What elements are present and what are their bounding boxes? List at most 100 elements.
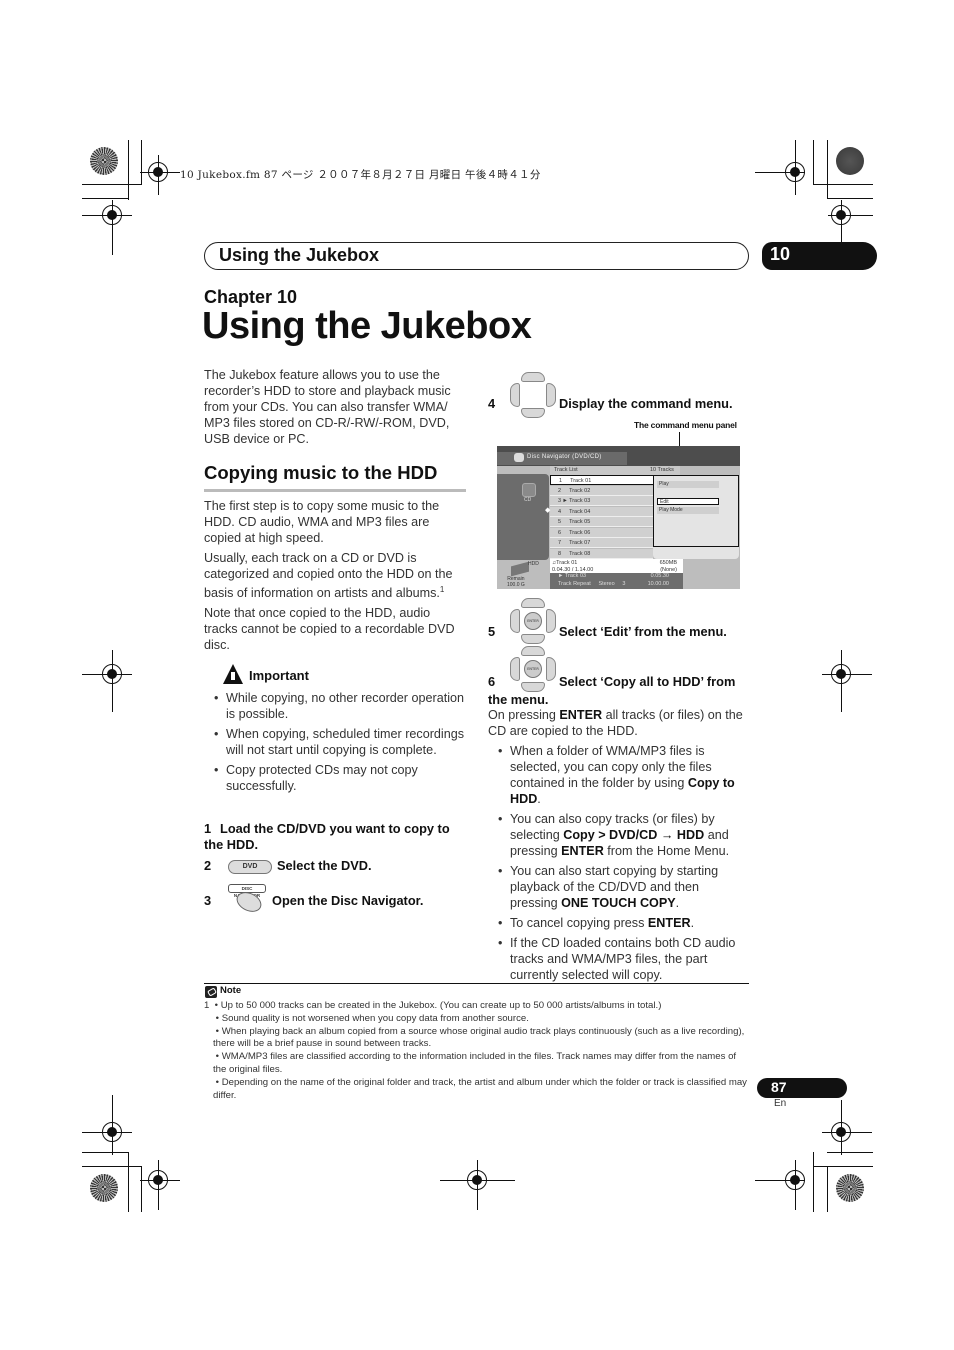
menu-panel-footer — [653, 547, 739, 559]
crop-line — [128, 140, 130, 200]
step-number: 2 — [204, 858, 212, 873]
step-text: Display the command menu. — [559, 396, 733, 411]
track-name: Track 02 — [569, 487, 591, 494]
track-row[interactable]: 8 Track 08 — [550, 548, 653, 559]
note-divider — [204, 983, 749, 984]
playback-status: ► Track 03 0.05.30 Track Repeat Stereo 3 1… — [550, 573, 683, 589]
info-time: 0.04.30 / 1.14.00 — [552, 566, 594, 573]
step-text: Open the Disc Navigator. — [272, 893, 424, 908]
crop-line — [112, 200, 114, 255]
crop-line — [82, 198, 129, 200]
chapter-tab-number: 10 — [770, 244, 791, 264]
important-item: When copying, scheduled timer recordings… — [204, 726, 466, 758]
menu-item-play-mode[interactable]: Play Mode — [657, 507, 719, 514]
crop-line — [813, 1152, 815, 1212]
track-row[interactable]: 6 Track 06 — [550, 527, 653, 538]
step-number: 1 — [204, 821, 212, 836]
page-number: 87 — [771, 1079, 787, 1095]
note-text: When playing back an album copied from a… — [213, 1025, 745, 1050]
track-name: Track 04 — [569, 508, 591, 515]
note-item: You can also copy tracks (or files) by s… — [488, 811, 750, 859]
important-item: While copying, no other recorder operati… — [204, 690, 466, 722]
track-name: Track 06 — [569, 529, 591, 536]
section-paragraph-text: Usually, each track on a CD or DVD is ca… — [204, 551, 453, 601]
warning-hand-icon — [223, 664, 243, 684]
track-row[interactable]: 4 Track 04 — [550, 506, 653, 517]
track-number: 4 — [558, 508, 562, 515]
hdd-label: HDD — [528, 561, 539, 567]
crop-line — [841, 1100, 843, 1155]
menu-item-play[interactable]: Play — [657, 481, 719, 488]
track-number: 2 — [558, 487, 562, 494]
crop-line — [822, 1132, 872, 1134]
crop-line — [112, 650, 114, 712]
hdd-icon — [511, 561, 529, 577]
menu-item-edit[interactable]: Edit — [657, 498, 719, 505]
important-item: Copy protected CDs may not copy successf… — [204, 762, 466, 794]
track-number: 5 — [558, 519, 562, 525]
counter: 10.00.00 — [647, 580, 669, 587]
text: On pressing — [488, 708, 560, 722]
remain-value: 100.0 G — [507, 582, 525, 588]
crop-line — [82, 215, 132, 217]
crop-line — [477, 1160, 479, 1210]
crop-line — [140, 1180, 180, 1182]
play-mode: Track Repeat — [558, 580, 591, 587]
left-arrow-icon: ◆ — [545, 507, 551, 514]
note-item: You can also start copying by starting p… — [488, 863, 750, 911]
note-item: 1 • Up to 50 000 tracks can be created i… — [204, 1000, 662, 1011]
crop-line — [841, 228, 843, 242]
track-row[interactable]: 1 Track 01 — [550, 475, 660, 485]
note-text: Sound quality is not worsened when you c… — [221, 1012, 529, 1024]
track-row[interactable]: 5 Track 05 — [550, 517, 653, 527]
track-row[interactable]: 2 Track 02 — [550, 485, 653, 496]
page-language: En — [774, 1098, 787, 1109]
step-number: 4 — [488, 396, 496, 411]
playing-track: ► Track 03 — [558, 573, 587, 579]
crop-line — [827, 198, 873, 200]
track-name: Track 07 — [569, 540, 591, 546]
registration-star-top-right — [836, 147, 864, 175]
running-header-title: Using the Jukebox — [219, 245, 380, 265]
source-label: CD — [524, 497, 532, 503]
text: . — [675, 896, 680, 910]
crop-line — [82, 1132, 132, 1134]
text: If the CD loaded contains both CD audio … — [510, 936, 736, 982]
track-row[interactable]: 7 Track 07 — [550, 538, 653, 548]
notes-list: 1 • Up to 50 000 tracks can be created i… — [204, 1000, 752, 1102]
dvd-button[interactable]: DVD — [228, 860, 272, 874]
section-divider — [204, 489, 466, 492]
step-1: 1 Load the CD/DVD you want to copy to the… — [204, 821, 466, 853]
track-name: Track 08 — [569, 550, 591, 557]
step-6-lead: On pressing ENTER all tracks (or files) … — [488, 707, 750, 739]
section-title: Copying music to the HDD — [204, 462, 438, 483]
bold-text: Copy > DVD/CD → HDD — [563, 828, 705, 842]
crop-line — [827, 140, 829, 199]
info-track: Track 01 — [556, 560, 578, 566]
bold-text: ENTER — [647, 916, 691, 930]
crop-line — [795, 140, 797, 195]
crop-line — [795, 1160, 797, 1210]
important-title: Important — [249, 668, 309, 683]
footnote-ref[interactable]: 1 — [440, 585, 444, 594]
crop-line — [822, 674, 872, 676]
track-count: 10 Tracks — [650, 467, 674, 473]
note-item: To cancel copying press ENTER. — [488, 915, 750, 931]
crop-line — [82, 674, 132, 676]
track-row[interactable]: 3►Track 03 — [550, 496, 653, 506]
note-text: Depending on the name of the original fo… — [213, 1076, 747, 1101]
registration-star-top-left — [90, 147, 118, 175]
bold-text: ENTER — [561, 844, 604, 858]
track-name: Track 03 — [569, 498, 591, 504]
note-item: If the CD loaded contains both CD audio … — [488, 935, 750, 983]
print-file-header: 10 Jukebox.fm 87 ページ ２００７年８月２７日 月曜日 午後４時… — [180, 169, 541, 181]
note-text: WMA/MP3 files are classified according t… — [213, 1051, 737, 1075]
crop-line — [827, 1166, 829, 1212]
crop-line — [827, 1152, 873, 1154]
crop-line — [82, 1166, 141, 1168]
command-menu-panel: Play Edit Play Mode — [653, 475, 739, 547]
crop-line — [828, 215, 873, 217]
page-number-tab: 87 — [757, 1078, 847, 1098]
track-info: ♫Track 01 650MB 0.04.30 / 1.14.00 (None) — [550, 559, 683, 573]
section-paragraph: The first step is to copy some music to … — [204, 499, 440, 545]
